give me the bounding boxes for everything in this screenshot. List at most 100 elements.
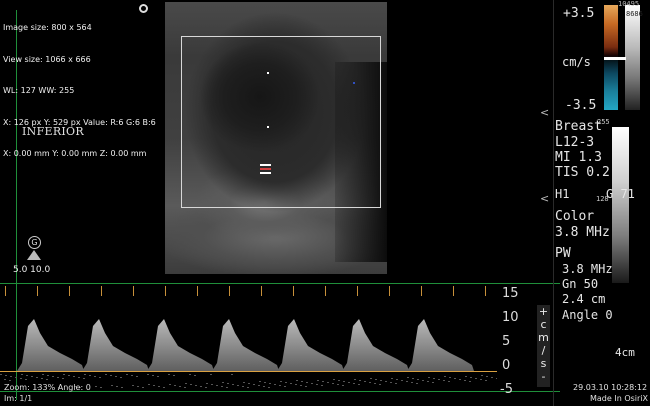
acquisition-datetime: 29.03.10 10:28:12 bbox=[573, 383, 648, 392]
chevron-left-icon[interactable]: < bbox=[540, 106, 549, 119]
doppler-noise-speck bbox=[374, 383, 376, 384]
doppler-noise-speck bbox=[190, 384, 192, 385]
doppler-waveform-cycle bbox=[342, 319, 409, 371]
doppler-noise-speck bbox=[120, 377, 122, 378]
doppler-time-tick bbox=[389, 286, 390, 296]
doppler-noise-speck bbox=[481, 375, 483, 376]
doppler-noise-speck bbox=[422, 380, 424, 381]
doppler-noise-speck bbox=[41, 378, 43, 379]
doppler-noise-speck bbox=[168, 374, 170, 375]
doppler-noise-speck bbox=[370, 378, 372, 379]
color-roi-box[interactable] bbox=[181, 36, 381, 208]
doppler-noise-speck bbox=[57, 377, 59, 378]
mm-position-text: X: 0.00 mm Y: 0.00 mm Z: 0.00 mm bbox=[3, 149, 147, 158]
doppler-noise-speck bbox=[395, 383, 397, 384]
doppler-noise-speck bbox=[263, 386, 265, 387]
doppler-noise-speck bbox=[227, 383, 229, 384]
doppler-noise-speck bbox=[396, 379, 398, 380]
doppler-noise-speck bbox=[348, 382, 350, 383]
pw-angle-label: Angle 0 bbox=[562, 308, 613, 322]
doppler-noise-speck bbox=[280, 381, 282, 382]
doppler-noise-speck bbox=[173, 375, 175, 376]
doppler-noise-speck bbox=[115, 376, 117, 377]
doppler-noise-speck bbox=[416, 383, 418, 384]
pw-depth-label: 2.4 cm bbox=[562, 292, 606, 306]
color-scale-unit: cm/s bbox=[562, 55, 591, 69]
doppler-noise-speck bbox=[264, 382, 266, 383]
doppler-noise-speck bbox=[358, 384, 360, 385]
doppler-noise-speck bbox=[42, 374, 44, 375]
spectral-doppler-trace[interactable] bbox=[0, 286, 497, 390]
doppler-noise-speck bbox=[364, 381, 366, 382]
color-frequency-label: 3.8 MHz bbox=[555, 225, 610, 240]
view-size-text: View size: 1066 x 666 bbox=[3, 54, 91, 64]
doppler-noise-speck bbox=[380, 380, 382, 381]
doppler-noise-speck bbox=[63, 374, 65, 375]
color-scale-bottom-value: -3.5 bbox=[565, 98, 597, 113]
triangle-marker-icon bbox=[27, 250, 41, 260]
doppler-noise-speck bbox=[221, 386, 223, 387]
zoom-status-text: Zoom: 133% Angle: 0 bbox=[4, 383, 91, 392]
doppler-noise-speck bbox=[322, 381, 324, 382]
doppler-time-tick bbox=[165, 286, 166, 296]
doppler-noise-speck bbox=[337, 384, 339, 385]
doppler-noise-speck bbox=[243, 382, 245, 383]
doppler-noise-speck bbox=[99, 377, 101, 378]
doppler-noise-speck bbox=[132, 385, 134, 386]
doppler-time-tick bbox=[101, 286, 102, 296]
doppler-noise-speck bbox=[157, 376, 159, 377]
doppler-noise-speck bbox=[433, 378, 435, 379]
doppler-noise-speck bbox=[26, 375, 28, 376]
doppler-noise-speck bbox=[95, 386, 97, 387]
pw-frequency-label: 3.8 MHz bbox=[562, 262, 613, 276]
horizontal-guide-line-top bbox=[0, 283, 560, 284]
doppler-noise-speck bbox=[480, 379, 482, 380]
doppler-noise-speck bbox=[269, 383, 271, 384]
doppler-noise-speck bbox=[195, 385, 197, 386]
doppler-noise-speck bbox=[290, 383, 292, 384]
chevron-left-icon[interactable]: < bbox=[540, 192, 549, 205]
doppler-noise-speck bbox=[89, 375, 91, 376]
panel-divider bbox=[553, 0, 554, 406]
doppler-noise-speck bbox=[21, 374, 23, 375]
doppler-time-tick bbox=[421, 286, 422, 296]
doppler-unit-label: + c m / s - bbox=[537, 305, 550, 387]
doppler-noise-speck bbox=[94, 376, 96, 377]
probe-label: L12-3 bbox=[555, 135, 595, 150]
doppler-noise-speck bbox=[211, 384, 213, 385]
doppler-noise-speck bbox=[342, 385, 344, 386]
doppler-sample-gate[interactable] bbox=[260, 164, 271, 176]
doppler-noise-speck bbox=[454, 378, 456, 379]
doppler-noise-speck bbox=[121, 387, 123, 388]
doppler-noise-speck bbox=[311, 383, 313, 384]
doppler-noise-speck bbox=[391, 378, 393, 379]
doppler-noise-speck bbox=[343, 381, 345, 382]
doppler-noise-speck bbox=[296, 380, 298, 381]
color-mode-label: Color bbox=[555, 209, 595, 224]
doppler-noise-speck bbox=[333, 379, 335, 380]
doppler-noise-speck bbox=[9, 380, 11, 381]
doppler-noise-speck bbox=[148, 384, 150, 385]
doppler-scale-label: 15 bbox=[502, 286, 519, 301]
made-in-osirix-text: Made In OsiriX bbox=[590, 394, 648, 403]
doppler-noise-speck bbox=[475, 378, 477, 379]
doppler-time-tick bbox=[261, 286, 262, 296]
harmonic-label: H1 bbox=[555, 187, 570, 201]
doppler-noise-speck bbox=[321, 385, 323, 386]
doppler-noise-speck bbox=[427, 381, 429, 382]
doppler-noise-speck bbox=[4, 379, 6, 380]
doppler-noise-speck bbox=[428, 377, 430, 378]
doppler-noise-speck bbox=[206, 383, 208, 384]
doppler-noise-speck bbox=[31, 376, 33, 377]
doppler-noise-speck bbox=[169, 384, 171, 385]
doppler-noise-speck bbox=[105, 374, 107, 375]
doppler-noise-speck bbox=[179, 386, 181, 387]
doppler-noise-speck bbox=[359, 380, 361, 381]
doppler-noise-speck bbox=[222, 382, 224, 383]
doppler-noise-speck bbox=[332, 383, 334, 384]
doppler-noise-speck bbox=[464, 380, 466, 381]
doppler-scale-label: 10 bbox=[502, 310, 519, 325]
doppler-noise-speck bbox=[205, 387, 207, 388]
focus-marker-icon: G bbox=[28, 236, 41, 249]
doppler-noise-speck bbox=[444, 376, 446, 377]
